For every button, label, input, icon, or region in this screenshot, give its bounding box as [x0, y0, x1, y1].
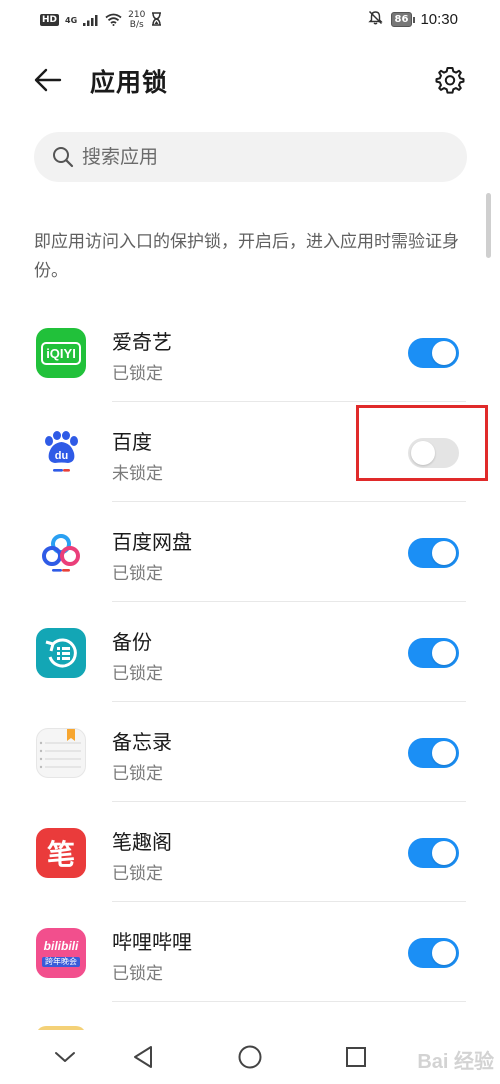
lock-toggle[interactable] — [408, 338, 459, 368]
page-title: 应用锁 — [90, 68, 169, 97]
toggle-knob — [411, 441, 435, 465]
app-status: 已锁定 — [112, 364, 163, 384]
signal-icon — [83, 11, 99, 30]
status-right: 86 10:30 — [367, 10, 458, 29]
backup-icon — [36, 628, 86, 678]
status-bar: HD 4G 210 B/s 86 10:30 — [0, 0, 500, 40]
app-header: 应用锁 — [0, 50, 500, 110]
gear-icon — [435, 67, 465, 94]
divider — [112, 1001, 466, 1002]
status-left: HD 4G 210 B/s — [40, 10, 162, 30]
lock-toggle[interactable] — [408, 738, 459, 768]
app-status: 已锁定 — [112, 664, 163, 684]
description-text: 即应用访问入口的保护锁，开启后，进入应用时需验证身份。 — [34, 232, 459, 281]
baidu-netdisk-icon — [36, 528, 86, 578]
app-status: 已锁定 — [112, 964, 163, 984]
app-status: 未锁定 — [112, 464, 163, 484]
app-status: 已锁定 — [112, 564, 163, 584]
settings-button[interactable] — [432, 62, 468, 98]
lock-toggle[interactable] — [408, 438, 459, 468]
search-input[interactable] — [82, 146, 442, 168]
home-circle-icon — [238, 1045, 262, 1069]
toggle-knob — [432, 641, 456, 665]
bilibili-logo-text: bilibili — [43, 939, 79, 953]
list-item-backup[interactable]: 备份 已锁定 — [0, 602, 500, 702]
navigation-bar: Bai 经验 — [0, 1030, 500, 1084]
toggle-knob — [432, 841, 456, 865]
recents-square-icon — [346, 1047, 366, 1067]
hd-badge: HD — [40, 14, 60, 26]
app-name: 哔哩哔哩 — [112, 930, 192, 954]
app-name: 爱奇艺 — [112, 330, 172, 354]
baidu-icon: du — [36, 428, 86, 478]
toggle-knob — [432, 341, 456, 365]
app-name: 百度网盘 — [112, 530, 192, 554]
list-item-baidu-netdisk[interactable]: 百度网盘 已锁定 — [0, 502, 500, 602]
app-status: 已锁定 — [112, 764, 163, 784]
lock-toggle[interactable] — [408, 838, 459, 868]
biquge-icon: 笔 — [36, 828, 86, 878]
baidu-logo-text: du — [55, 450, 68, 462]
memo-icon — [36, 728, 86, 778]
toggle-knob — [432, 541, 456, 565]
app-name: 百度 — [112, 430, 152, 454]
app-name: 笔趣阁 — [112, 830, 172, 854]
watermark: Bai 经验 — [417, 1051, 494, 1073]
toggle-knob — [432, 741, 456, 765]
back-triangle-icon — [134, 1046, 152, 1068]
network-speed-value: 210 — [128, 10, 146, 20]
scrollbar[interactable] — [486, 193, 491, 258]
iqiyi-logo-text: iQIYI — [41, 341, 81, 365]
list-item-iqiyi[interactable]: iQIYI 爱奇艺 已锁定 — [0, 302, 500, 402]
clock: 10:30 — [420, 11, 458, 28]
biquge-logo-text: 笔 — [46, 838, 75, 871]
lock-toggle[interactable] — [408, 938, 459, 968]
app-name: 备份 — [112, 630, 152, 654]
back-button[interactable] — [30, 62, 66, 98]
bilibili-badge-text: 跨年晚会 — [42, 957, 80, 967]
app-name: 备忘录 — [112, 730, 172, 754]
back-nav-button[interactable] — [128, 1042, 158, 1072]
home-nav-button[interactable] — [235, 1042, 265, 1072]
mute-bell-icon — [367, 10, 383, 29]
hide-nav-button[interactable] — [50, 1042, 80, 1072]
chevron-down-icon — [55, 1052, 75, 1062]
network-speed: 210 B/s — [128, 10, 145, 30]
wifi-icon — [105, 11, 122, 30]
hourglass-icon — [151, 11, 162, 30]
list-item-memo[interactable]: 备忘录 已锁定 — [0, 702, 500, 802]
network-speed-unit: B/s — [129, 20, 144, 30]
list-item-biquge[interactable]: 笔 笔趣阁 已锁定 — [0, 802, 500, 902]
search-bar[interactable] — [34, 132, 467, 182]
recents-nav-button[interactable] — [341, 1042, 371, 1072]
lock-toggle[interactable] — [408, 538, 459, 568]
network-type: 4G — [65, 15, 78, 25]
lock-toggle[interactable] — [408, 638, 459, 668]
battery-icon: 86 — [390, 12, 416, 27]
bilibili-icon: bilibili 跨年晚会 — [36, 928, 86, 978]
list-item-bilibili[interactable]: bilibili 跨年晚会 哔哩哔哩 已锁定 — [0, 902, 500, 1002]
arrow-left-icon — [34, 68, 62, 92]
app-status: 已锁定 — [112, 864, 163, 884]
list-item-baidu[interactable]: du 百度 未锁定 — [0, 402, 500, 502]
search-icon — [52, 146, 74, 168]
iqiyi-icon: iQIYI — [36, 328, 86, 378]
toggle-knob — [432, 941, 456, 965]
